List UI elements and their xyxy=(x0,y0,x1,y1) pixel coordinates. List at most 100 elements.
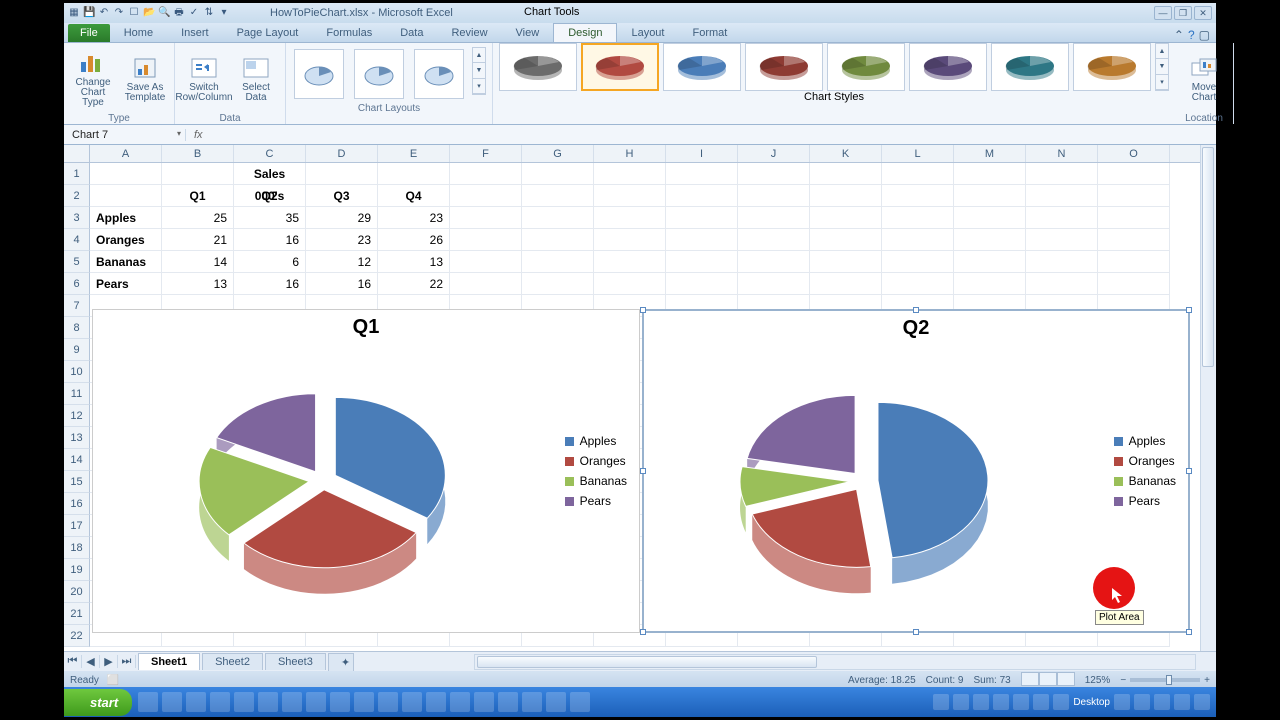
ql-icon[interactable] xyxy=(522,692,542,712)
cell[interactable] xyxy=(1026,185,1098,207)
tab-view[interactable]: View xyxy=(502,24,554,42)
col-header[interactable]: F xyxy=(450,145,522,162)
cell[interactable] xyxy=(738,207,810,229)
cell[interactable] xyxy=(882,207,954,229)
close-icon[interactable]: ✕ xyxy=(1194,6,1212,20)
change-chart-type-button[interactable]: Change Chart Type xyxy=(70,47,116,111)
col-header[interactable]: I xyxy=(666,145,738,162)
row-header[interactable]: 18 xyxy=(64,537,90,559)
cell[interactable] xyxy=(954,229,1026,251)
legend-item[interactable]: Pears xyxy=(565,494,627,508)
doc-close-icon[interactable]: ▢ xyxy=(1199,28,1210,42)
cell[interactable] xyxy=(1026,229,1098,251)
cell[interactable] xyxy=(594,229,666,251)
cell[interactable]: 25 xyxy=(162,207,234,229)
col-header[interactable]: A xyxy=(90,145,162,162)
row-header[interactable]: 17 xyxy=(64,515,90,537)
cell[interactable]: 23 xyxy=(306,229,378,251)
cell[interactable] xyxy=(882,229,954,251)
help-icon[interactable]: ? xyxy=(1188,28,1195,42)
cell[interactable] xyxy=(954,163,1026,185)
cell[interactable]: 12 xyxy=(306,251,378,273)
cell[interactable]: 22 xyxy=(378,273,450,295)
row-header[interactable]: 20 xyxy=(64,581,90,603)
row-header[interactable]: 16 xyxy=(64,493,90,515)
redo-icon[interactable]: ↷ xyxy=(113,7,125,19)
legend-item[interactable]: Oranges xyxy=(565,454,627,468)
cell[interactable] xyxy=(162,163,234,185)
cell[interactable] xyxy=(666,163,738,185)
legend-item[interactable]: Bananas xyxy=(565,474,627,488)
cell[interactable] xyxy=(90,163,162,185)
cell[interactable] xyxy=(1098,163,1170,185)
col-header[interactable]: O xyxy=(1098,145,1170,162)
cell[interactable]: 16 xyxy=(234,229,306,251)
chart-layout-option[interactable] xyxy=(354,49,404,99)
cell[interactable] xyxy=(378,163,450,185)
cell[interactable]: Q4 xyxy=(378,185,450,207)
chart-q1[interactable]: Q1 ApplesOrangesBananasPears xyxy=(92,309,640,633)
chart-q1-pie[interactable] xyxy=(173,360,473,620)
new-icon[interactable]: ☐ xyxy=(128,7,140,19)
qat-more-icon[interactable]: ▾ xyxy=(218,7,230,19)
legend-item[interactable]: Apples xyxy=(1114,434,1176,448)
cell[interactable] xyxy=(738,251,810,273)
col-header[interactable]: E xyxy=(378,145,450,162)
cell[interactable] xyxy=(1098,273,1170,295)
switch-row-column-button[interactable]: Switch Row/Column xyxy=(181,47,227,111)
ql-icon[interactable] xyxy=(138,692,158,712)
col-header[interactable]: J xyxy=(738,145,810,162)
tab-format[interactable]: Format xyxy=(678,24,741,42)
ql-icon[interactable] xyxy=(474,692,494,712)
cell[interactable] xyxy=(522,229,594,251)
chart-layout-option[interactable] xyxy=(294,49,344,99)
tray-icon[interactable] xyxy=(953,694,969,710)
chart-layout-option[interactable] xyxy=(414,49,464,99)
row-header[interactable]: 12 xyxy=(64,405,90,427)
ribbon-minimize-icon[interactable]: ⌃ xyxy=(1174,28,1184,42)
cell[interactable] xyxy=(450,251,522,273)
select-all-cell[interactable] xyxy=(64,145,90,162)
cell[interactable] xyxy=(450,273,522,295)
cell[interactable] xyxy=(1098,229,1170,251)
cell[interactable] xyxy=(882,251,954,273)
cell[interactable] xyxy=(810,229,882,251)
legend-item[interactable]: Oranges xyxy=(1114,454,1176,468)
horizontal-scrollbar[interactable] xyxy=(474,654,1196,670)
col-header[interactable]: L xyxy=(882,145,954,162)
col-header[interactable]: H xyxy=(594,145,666,162)
cell[interactable]: 29 xyxy=(306,207,378,229)
tab-layout[interactable]: Layout xyxy=(617,24,678,42)
row-header[interactable]: 3 xyxy=(64,207,90,229)
cell[interactable] xyxy=(666,229,738,251)
col-header[interactable]: B xyxy=(162,145,234,162)
cell[interactable] xyxy=(954,273,1026,295)
legend-item[interactable]: Pears xyxy=(1114,494,1176,508)
tab-home[interactable]: Home xyxy=(110,24,167,42)
cell[interactable] xyxy=(810,185,882,207)
row-header[interactable]: 14 xyxy=(64,449,90,471)
move-chart-button[interactable]: Move Chart xyxy=(1181,47,1227,111)
cell[interactable]: 23 xyxy=(378,207,450,229)
ql-icon[interactable] xyxy=(426,692,446,712)
row-header[interactable]: 1 xyxy=(64,163,90,185)
maximize-icon[interactable]: ❐ xyxy=(1174,6,1192,20)
desktop-button[interactable]: Desktop xyxy=(1073,697,1110,708)
chart-q2-legend[interactable]: Apples Oranges Bananas Pears xyxy=(1114,428,1176,514)
legend-item[interactable]: Apples xyxy=(565,434,627,448)
tab-insert[interactable]: Insert xyxy=(167,24,223,42)
row-header[interactable]: 19 xyxy=(64,559,90,581)
row-header[interactable]: 2 xyxy=(64,185,90,207)
col-header[interactable]: D xyxy=(306,145,378,162)
formula-input[interactable] xyxy=(211,129,1216,141)
namebox-dropdown-icon[interactable]: ▾ xyxy=(177,129,181,138)
cell[interactable] xyxy=(810,251,882,273)
cell[interactable] xyxy=(1098,185,1170,207)
name-box[interactable]: Chart 7▾ xyxy=(64,129,186,141)
ql-icon[interactable] xyxy=(234,692,254,712)
cell[interactable] xyxy=(666,251,738,273)
tray-icon[interactable] xyxy=(1174,694,1190,710)
legend-item[interactable]: Bananas xyxy=(1114,474,1176,488)
row-header[interactable]: 6 xyxy=(64,273,90,295)
minimize-icon[interactable]: — xyxy=(1154,6,1172,20)
